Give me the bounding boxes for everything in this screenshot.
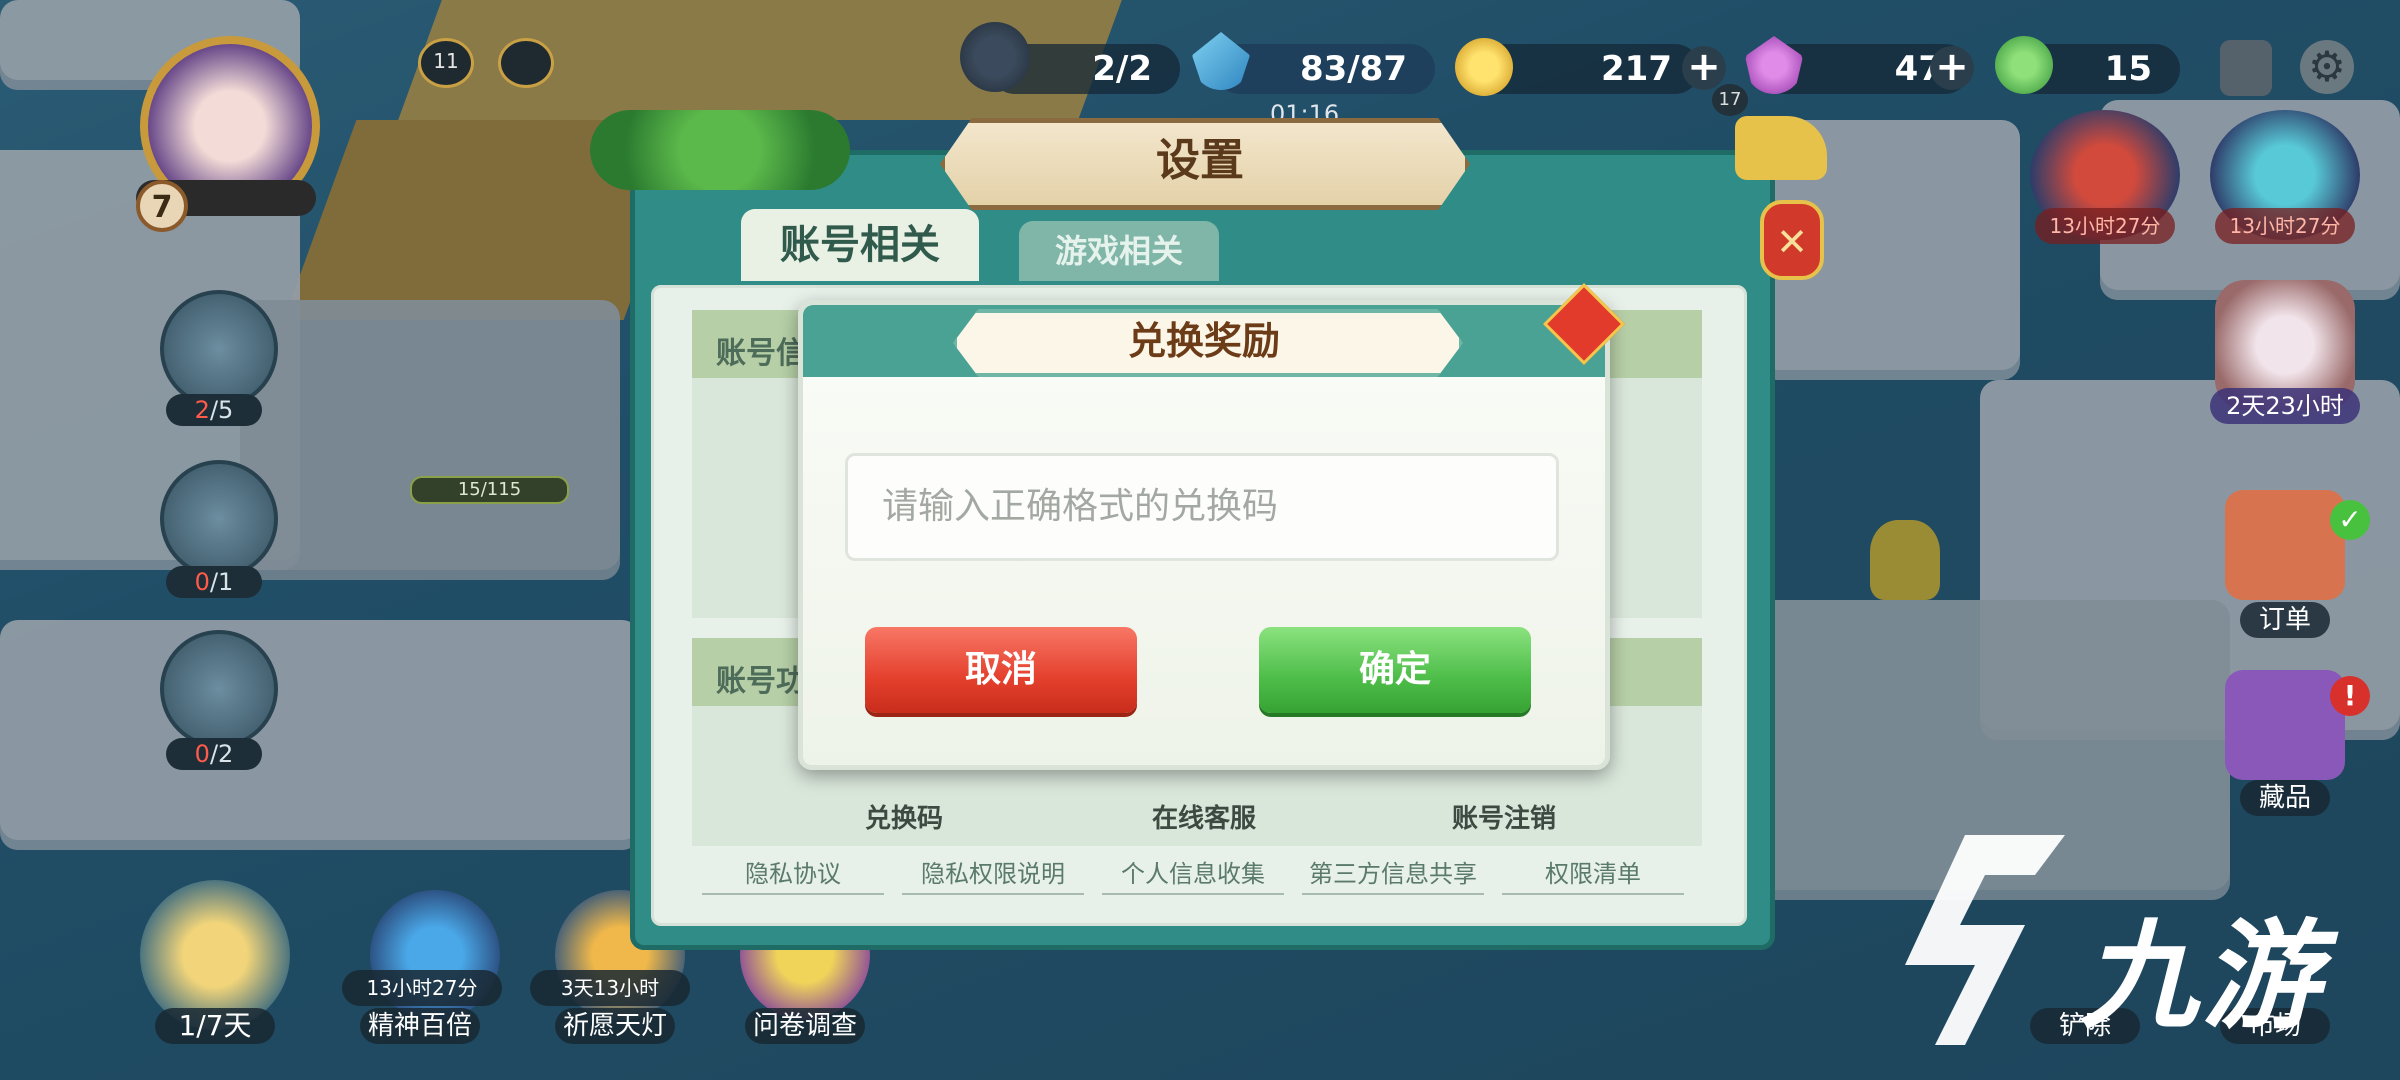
left-task-button-2[interactable] [160,460,278,578]
double-energy-label: 精神百倍 [360,1008,480,1044]
wish-lantern-label: 祈愿天灯 [555,1008,675,1044]
left-task-count-3: 0/2 [166,738,262,770]
alert-icon: ! [2330,676,2370,716]
small-count-badge: 17 [1712,84,1748,116]
wish-lantern-timer: 3天13小时 [530,970,690,1006]
order-label: 订单 [2240,602,2330,638]
order-icon[interactable] [2225,490,2345,600]
section-title-account-functions: 账号功 [716,664,806,699]
character-icon [960,22,1030,92]
coin-icon [1455,38,1513,96]
watermark-logo-icon [1905,835,2065,1045]
collection-label: 藏品 [2240,780,2330,816]
permission-list-link[interactable]: 权限清单 [1502,854,1684,895]
left-task-count-1: 2/5 [166,394,262,426]
redeem-code-entry[interactable]: 兑换码 [834,798,974,835]
tab-account[interactable]: 账号相关 [741,209,979,281]
settings-title: 设置 [1156,135,1244,186]
close-icon[interactable]: ✕ [1770,220,1814,264]
checkmark-icon: ✓ [2330,500,2370,540]
watermark-text: 九游 [2080,907,2325,1045]
tab-game[interactable]: 游戏相关 [1019,221,1219,281]
add-gems-button[interactable]: + [1930,46,1974,90]
section-title-account-info: 账号信 [716,336,806,371]
event-badge[interactable]: 11 [418,38,474,88]
leaf-icon [1995,36,2053,94]
personal-info-link[interactable]: 个人信息收集 [1102,854,1284,895]
map-progress-bar: 15/115 [410,476,569,504]
pine-decoration [590,110,850,190]
redeem-dialog-title: 兑换奖励 [1127,319,1280,363]
cancel-button[interactable]: 取消 [865,627,1137,713]
event-badge-icon[interactable] [498,38,554,88]
cloud-ornament [1735,116,1827,180]
redeem-dialog: 兑换奖励 请输入正确格式的兑换码 取消 确定 [798,282,1626,770]
survey-label: 问卷调查 [745,1008,865,1044]
double-energy-timer: 13小时27分 [342,970,502,1006]
fox-event-timer: 2天23小时 [2210,388,2360,424]
redeem-code-input[interactable]: 请输入正确格式的兑换码 [845,453,1559,561]
collection-icon[interactable] [2225,670,2345,780]
player-level-badge: 7 [136,180,188,232]
event-timer-a: 13小时27分 [2035,208,2175,244]
left-task-button-1[interactable] [160,290,278,408]
privacy-permission-link[interactable]: 隐私权限说明 [902,854,1084,895]
delete-account-entry[interactable]: 账号注销 [1434,798,1574,835]
add-coins-button[interactable]: + [1682,46,1726,90]
confirm-button[interactable]: 确定 [1259,627,1531,713]
notebook-icon[interactable] [2220,40,2272,96]
privacy-agreement-link[interactable]: 隐私协议 [702,854,884,895]
daily-days-label: 1/7天 [155,1008,275,1044]
left-task-button-3[interactable] [160,630,278,748]
online-support-entry[interactable]: 在线客服 [1134,798,1274,835]
third-party-link[interactable]: 第三方信息共享 [1302,854,1484,895]
left-task-count-2: 0/1 [166,566,262,598]
energy-counter[interactable]: 83/87 [1215,44,1435,94]
event-timer-b: 13小时27分 [2215,208,2355,244]
gear-icon[interactable]: ⚙ [2300,40,2354,94]
